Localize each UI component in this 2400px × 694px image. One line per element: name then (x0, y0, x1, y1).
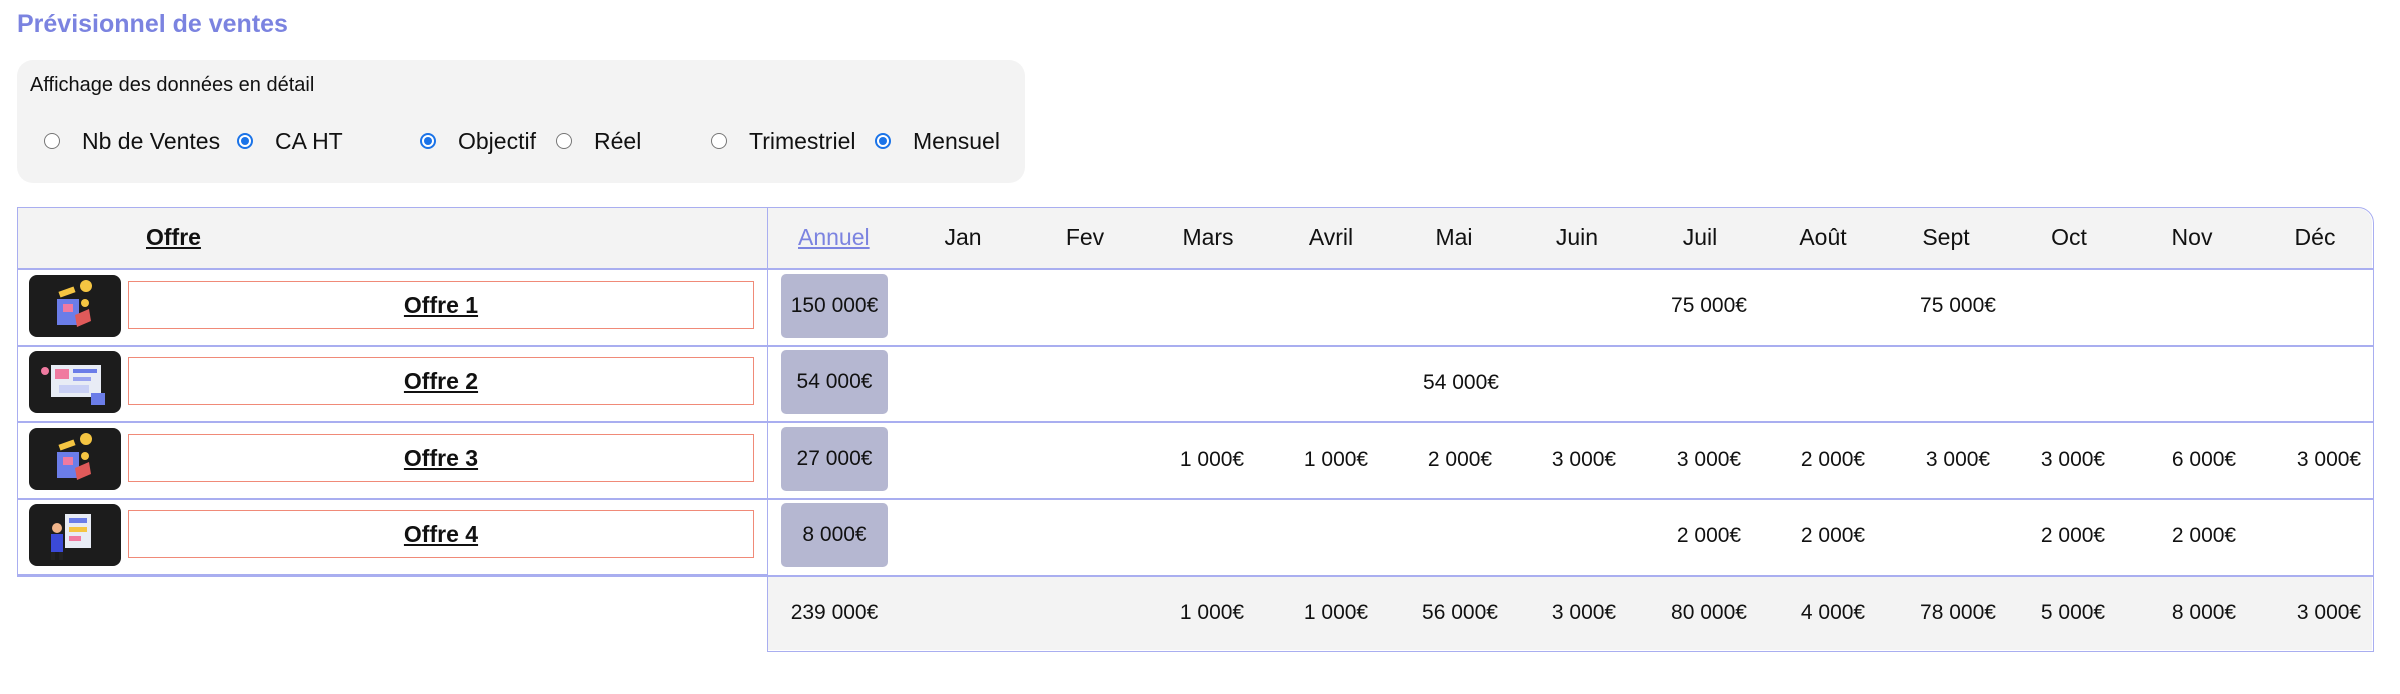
total-month-value: 8 000€ (2171, 601, 2237, 624)
offer-illustration-icon (57, 280, 92, 327)
offer-name-field[interactable]: Offre 4 (128, 510, 754, 558)
month-value: 3 000€ (1676, 448, 1742, 471)
row-divider (17, 575, 2374, 577)
total-month-value: 1 000€ (1179, 601, 1245, 624)
total-annual-value: 239 000€ (790, 601, 879, 624)
radio-mensuel-dot[interactable] (875, 133, 891, 149)
offer-name-field[interactable]: Offre 3 (128, 434, 754, 482)
total-month-value: 80 000€ (1671, 601, 1747, 624)
total-month-value: 5 000€ (2040, 601, 2106, 624)
offer-name-field[interactable]: Offre 2 (128, 357, 754, 405)
radio-ca-ht-dot[interactable] (237, 133, 253, 149)
offer-name[interactable]: Offre 2 (404, 368, 478, 395)
radio-reel-dot[interactable] (556, 133, 572, 149)
total-month-value: 1 000€ (1303, 601, 1369, 624)
annual-value-cell: 8 000€ (781, 503, 888, 567)
month-header-nov: Nov (2171, 224, 2213, 250)
month-header-sept: Sept (1922, 224, 1970, 250)
month-value: 1 000€ (1303, 448, 1369, 471)
radio-objectif[interactable]: Objectif (420, 126, 536, 156)
display-filters-panel: Affichage des données en détail Nb de Ve… (17, 60, 1025, 183)
offer-illustration-icon (57, 433, 92, 480)
radio-trimestriel-dot[interactable] (711, 133, 727, 149)
month-value: 1 000€ (1179, 448, 1245, 471)
radio-ca-ht[interactable]: CA HT (237, 126, 343, 156)
row-divider (17, 345, 2374, 347)
month-value: 54 000€ (1423, 371, 1499, 394)
total-month-value: 3 000€ (2296, 601, 2362, 624)
radio-nb-ventes[interactable]: Nb de Ventes (44, 126, 220, 156)
offer-name[interactable]: Offre 4 (404, 521, 478, 548)
radio-reel-label[interactable]: Réel (594, 128, 641, 155)
total-month-value: 56 000€ (1422, 601, 1498, 624)
row-divider (17, 268, 2374, 270)
radio-trimestriel[interactable]: Trimestriel (711, 126, 855, 156)
offer-illustration-icon (51, 514, 91, 560)
offer-thumbnail (29, 275, 121, 337)
radio-nb-ventes-label[interactable]: Nb de Ventes (82, 128, 220, 155)
month-value: 3 000€ (1551, 448, 1617, 471)
offer-thumbnail (29, 428, 121, 490)
radio-nb-ventes-dot[interactable] (44, 133, 60, 149)
month-header-aout: Août (1799, 224, 1847, 250)
month-header-juil: Juil (1682, 224, 1718, 250)
month-value: 2 000€ (1800, 524, 1866, 547)
month-value: 75 000€ (1671, 294, 1747, 317)
month-value: 2 000€ (1427, 448, 1493, 471)
offer-name[interactable]: Offre 1 (404, 292, 478, 319)
month-header-oct: Oct (2051, 224, 2087, 250)
total-month-value: 4 000€ (1800, 601, 1866, 624)
annual-value-cell: 27 000€ (781, 427, 888, 491)
annual-value-cell: 150 000€ (781, 274, 888, 338)
radio-trimestriel-label[interactable]: Trimestriel (749, 128, 855, 155)
offer-name-field[interactable]: Offre 1 (128, 281, 754, 329)
radio-mensuel-label[interactable]: Mensuel (913, 128, 1000, 155)
month-header-mai: Mai (1435, 224, 1473, 250)
month-header-mars: Mars (1182, 224, 1234, 250)
radio-objectif-label[interactable]: Objectif (458, 128, 536, 155)
page-title: Prévisionnel de ventes (17, 10, 288, 38)
radio-mensuel[interactable]: Mensuel (875, 126, 1000, 156)
radio-reel[interactable]: Réel (556, 126, 641, 156)
months-table-frame (767, 207, 2374, 652)
month-header-avril: Avril (1308, 224, 1354, 250)
offer-thumbnail (29, 504, 121, 566)
month-value: 75 000€ (1920, 294, 1996, 317)
offer-thumbnail (29, 351, 121, 413)
month-header-dec: Déc (2294, 224, 2336, 250)
month-header-juin: Juin (1555, 224, 1599, 250)
row-divider (17, 498, 2374, 500)
month-value: 2 000€ (2171, 524, 2237, 547)
month-value: 2 000€ (1800, 448, 1866, 471)
month-value: 2 000€ (1676, 524, 1742, 547)
month-value: 6 000€ (2171, 448, 2237, 471)
month-value: 3 000€ (1925, 448, 1991, 471)
row-divider (17, 421, 2374, 423)
radio-objectif-dot[interactable] (420, 133, 436, 149)
offer-name[interactable]: Offre 3 (404, 445, 478, 472)
radio-ca-ht-label[interactable]: CA HT (275, 128, 343, 155)
month-value: 2 000€ (2040, 524, 2106, 547)
offer-illustration-icon (41, 365, 105, 405)
month-value: 3 000€ (2040, 448, 2106, 471)
filters-title: Affichage des données en détail (30, 74, 315, 96)
month-value: 3 000€ (2296, 448, 2362, 471)
total-month-value: 78 000€ (1920, 601, 1996, 624)
month-header-jan: Jan (944, 224, 982, 250)
annual-value-cell: 54 000€ (781, 350, 888, 414)
total-month-value: 3 000€ (1551, 601, 1617, 624)
offre-column-header[interactable]: Offre (146, 224, 201, 251)
month-header-fev: Fev (1065, 224, 1105, 250)
annuel-column-header[interactable]: Annuel (798, 224, 870, 251)
